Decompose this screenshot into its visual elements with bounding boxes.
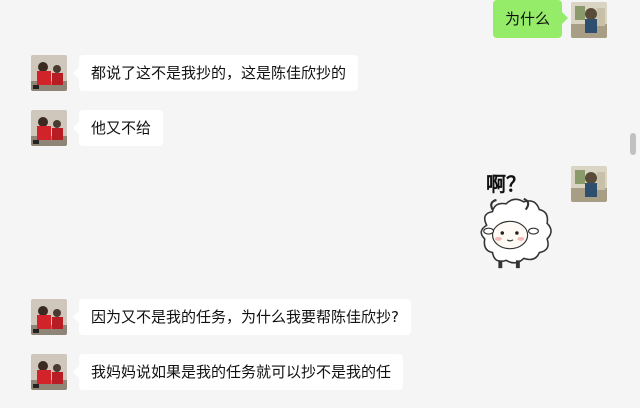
message-text: 为什么 [505, 10, 551, 28]
contact-avatar-image [31, 110, 67, 146]
message-bubble-outgoing[interactable]: 为什么 [493, 0, 569, 38]
self-avatar-image [571, 2, 607, 38]
self-avatar[interactable] [571, 2, 607, 38]
contact-avatar[interactable] [31, 354, 67, 390]
chat-message-area: 为什么 都说了这不是我抄的，这是陈佳欣抄的 他又不给 啊？ 因为又不是我的任务，… [0, 0, 626, 408]
self-avatar[interactable] [571, 166, 607, 202]
contact-avatar-image [31, 299, 67, 335]
message-bubble-incoming[interactable]: 因为又不是我的任务，为什么我要帮陈佳欣抄? [73, 299, 411, 335]
sticker-caption: 啊？ [486, 172, 526, 196]
contact-avatar[interactable] [31, 299, 67, 335]
scrollbar-track[interactable] [626, 0, 640, 408]
scrollbar-thumb[interactable] [630, 133, 636, 155]
message-bubble-incoming[interactable]: 他又不给 [72, 110, 164, 146]
contact-avatar[interactable] [31, 55, 67, 91]
contact-avatar[interactable] [31, 110, 67, 146]
contact-avatar-image [31, 55, 67, 91]
message-text: 因为又不是我的任务，为什么我要帮陈佳欣抄? [91, 308, 399, 326]
message-bubble-incoming[interactable]: 都说了这不是我抄的，这是陈佳欣抄的 [72, 55, 359, 91]
message-text: 他又不给 [91, 119, 152, 137]
self-avatar-image [571, 166, 607, 202]
contact-avatar-image [31, 354, 67, 390]
message-text: 都说了这不是我抄的，这是陈佳欣抄的 [91, 64, 347, 82]
sheep-sticker-icon [480, 197, 552, 269]
message-text: 我妈妈说如果是我的任务就可以抄不是我的任 [91, 363, 392, 381]
message-bubble-incoming[interactable]: 我妈妈说如果是我的任务就可以抄不是我的任 [72, 354, 404, 390]
sticker-message[interactable]: 啊？ [468, 164, 558, 274]
